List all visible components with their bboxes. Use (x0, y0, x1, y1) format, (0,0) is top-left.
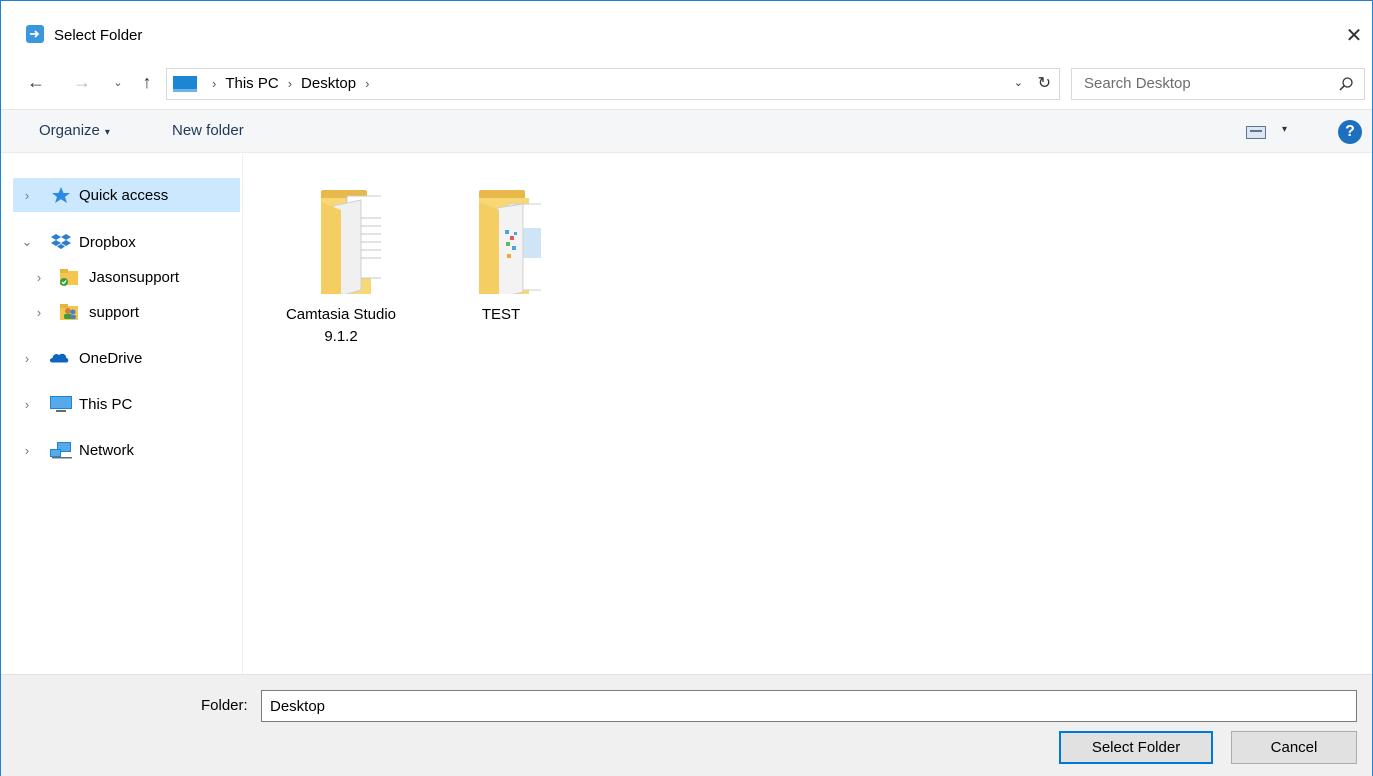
recent-locations-button[interactable]: ⌄ (107, 71, 129, 93)
title-bar: Select Folder ✕ (1, 1, 1372, 47)
chevron-down-icon[interactable]: ⌄ (21, 234, 33, 250)
breadcrumb: › This PC › Desktop › (203, 75, 378, 92)
select-folder-button[interactable]: Select Folder (1059, 731, 1213, 764)
command-bar: Organize ▾ New folder ▾ ? (1, 109, 1372, 153)
new-folder-button[interactable]: New folder (172, 122, 244, 139)
breadcrumb-separator[interactable]: › (365, 76, 369, 91)
search-input[interactable] (1084, 75, 1324, 92)
computer-icon (173, 76, 197, 92)
dropbox-icon (51, 234, 71, 249)
folder-name-line: TEST (481, 306, 521, 323)
navigation-pane: › Quick access ⌄ Dropbox › Jasonsupport … (13, 154, 243, 674)
back-button[interactable]: ← (25, 71, 47, 93)
up-button[interactable]: ↑ (136, 71, 158, 93)
chevron-right-icon[interactable]: › (33, 305, 45, 320)
change-view-button[interactable]: ▾ (1246, 124, 1294, 142)
arrow-left-icon: ← (27, 71, 45, 92)
folder-item-camtasia-studio[interactable]: Camtasia Studio 9.1.2 (276, 154, 406, 345)
sidebar-item-label: Network (79, 441, 135, 459)
dialog-footer: Folder: Select Folder Cancel (1, 674, 1372, 776)
close-icon: ✕ (1345, 24, 1363, 47)
folder-name-line: Camtasia Studio (285, 306, 397, 323)
folder-name: Camtasia Studio 9.1.2 (276, 304, 406, 348)
sidebar-item-label: Quick access (79, 186, 169, 204)
cancel-button[interactable]: Cancel (1231, 731, 1357, 764)
arrow-up-icon: ↑ (142, 71, 152, 92)
computer-icon (50, 396, 72, 412)
shared-folder-icon (60, 304, 78, 320)
sidebar-item-label: support (89, 303, 140, 321)
folder-name-field[interactable] (261, 690, 1357, 722)
refresh-icon[interactable]: ↻ (1038, 73, 1051, 93)
sidebar-item-this-pc[interactable]: › This PC (13, 387, 240, 421)
folder-icon (479, 190, 541, 294)
navigation-bar: ← → ⌄ ↑ › This PC › Desktop › ⌄ ↻ (1, 63, 1372, 103)
organize-label: Organize (39, 122, 100, 139)
chevron-right-icon[interactable]: › (21, 188, 33, 203)
address-bar[interactable]: › This PC › Desktop › ⌄ ↻ (166, 68, 1060, 100)
folder-sync-icon (60, 269, 78, 286)
forward-button[interactable]: → (71, 71, 93, 93)
sidebar-item-label: Jasonsupport (89, 268, 180, 286)
select-folder-dialog: Select Folder ✕ ← → ⌄ ↑ › This PC › Desk… (0, 0, 1373, 776)
help-icon[interactable]: ? (1338, 120, 1362, 144)
folder-name-line: 9.1.2 (324, 328, 358, 345)
breadcrumb-separator: › (212, 76, 217, 91)
caret-down-icon: ▾ (1282, 124, 1288, 135)
search-icon[interactable] (1338, 76, 1354, 92)
sidebar-item-support[interactable]: › support (13, 295, 240, 329)
folder-field-label: Folder: (201, 697, 248, 714)
caret-down-icon: ▾ (104, 127, 110, 138)
breadcrumb-separator[interactable]: › (288, 76, 292, 91)
organize-button[interactable]: Organize ▾ (39, 122, 110, 139)
sidebar-item-label: This PC (79, 395, 133, 413)
sidebar-item-network[interactable]: › Network (13, 433, 240, 467)
chevron-down-icon: ⌄ (113, 76, 123, 89)
breadcrumb-desktop[interactable]: Desktop (301, 75, 356, 92)
folder-name: TEST (436, 304, 566, 326)
address-history-dropdown[interactable]: ⌄ (1014, 76, 1023, 89)
close-button[interactable]: ✕ (1336, 20, 1372, 50)
breadcrumb-this-pc[interactable]: This PC (225, 75, 278, 92)
file-list[interactable]: Camtasia Studio 9.1.2 TEST (244, 154, 1372, 674)
view-icon (1246, 126, 1266, 139)
sidebar-item-dropbox[interactable]: ⌄ Dropbox (13, 225, 240, 259)
app-icon (26, 25, 44, 43)
search-box[interactable] (1071, 68, 1365, 100)
star-icon (52, 187, 70, 203)
folder-item-test[interactable]: TEST (436, 154, 566, 334)
chevron-right-icon[interactable]: › (33, 270, 45, 285)
chevron-right-icon[interactable]: › (21, 397, 33, 412)
arrow-right-icon: → (73, 71, 91, 92)
chevron-right-icon[interactable]: › (21, 443, 33, 458)
window-title: Select Folder (54, 27, 143, 44)
onedrive-icon (49, 353, 69, 363)
sidebar-item-label: OneDrive (79, 349, 143, 367)
sidebar-item-label: Dropbox (79, 233, 136, 251)
folder-icon (321, 190, 381, 294)
sidebar-item-jasonsupport[interactable]: › Jasonsupport (13, 260, 240, 294)
chevron-right-icon[interactable]: › (21, 351, 33, 366)
sidebar-item-onedrive[interactable]: › OneDrive (13, 341, 240, 375)
network-icon (50, 442, 72, 459)
sidebar-item-quick-access[interactable]: › Quick access (13, 178, 240, 212)
